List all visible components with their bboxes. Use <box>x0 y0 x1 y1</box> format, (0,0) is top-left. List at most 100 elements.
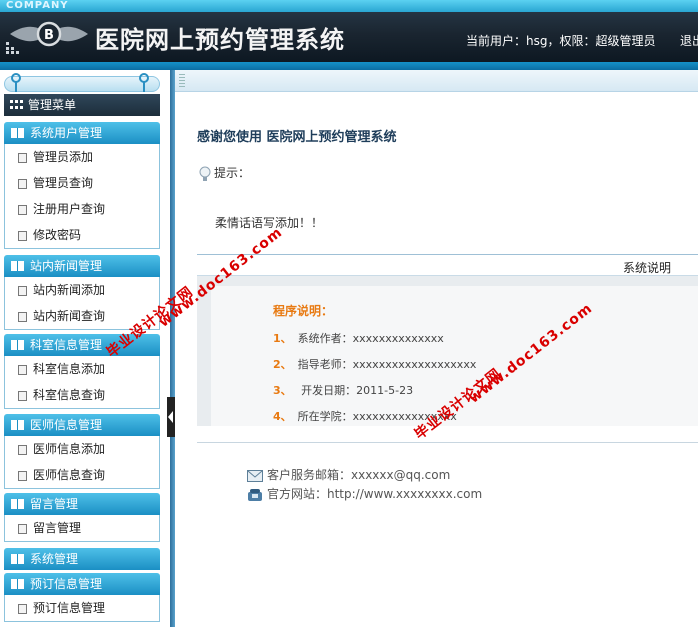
current-user-info: 当前用户：hsg，权限：超级管理员 <box>466 34 656 48</box>
item-label: 站内新闻添加 <box>33 283 106 297</box>
program-title: 程序说明： <box>273 304 334 318</box>
divider <box>197 442 698 443</box>
doc-icon <box>18 205 27 215</box>
group-title: 站内新闻管理 <box>30 259 103 273</box>
group-header[interactable]: 站内新闻管理 <box>4 255 160 277</box>
group-header[interactable]: 科室信息管理 <box>4 334 160 356</box>
row-text: 指导老师：xxxxxxxxxxxxxxxxxxx <box>297 358 477 371</box>
content-toolbar <box>175 70 698 92</box>
group-header[interactable]: 留言管理 <box>4 493 160 515</box>
svg-text:B: B <box>44 28 54 43</box>
group-title: 系统管理 <box>30 552 79 566</box>
row-number: 2、 <box>273 358 292 371</box>
item-label: 站内新闻查询 <box>33 309 106 323</box>
grip-icon <box>179 74 185 88</box>
item-label: 医师信息添加 <box>33 442 106 456</box>
group-title: 科室信息管理 <box>30 338 103 352</box>
info-row: 4、 所在学院：xxxxxxxxxxxxxxxx <box>273 408 457 424</box>
info-header: 系统说明 <box>197 254 698 276</box>
info-row: 2、 指导老师：xxxxxxxxxxxxxxxxxxx <box>273 356 476 372</box>
bulb-icon <box>199 166 211 181</box>
group-items: 医师信息添加 医师信息查询 <box>4 436 160 489</box>
doc-icon <box>18 604 27 614</box>
book-icon <box>11 261 24 271</box>
collapse-toggle[interactable] <box>167 397 175 437</box>
tip-line: 提示： <box>199 164 250 182</box>
doc-icon <box>18 445 27 455</box>
tip-label: 提示： <box>214 166 251 180</box>
item-label: 科室信息查询 <box>33 388 106 402</box>
group-items: 管理员添加 管理员查询 注册用户查询 修改密码 <box>4 144 160 249</box>
menu-group-department: 科室信息管理 科室信息添加 科室信息查询 <box>4 334 160 409</box>
book-icon <box>11 420 24 430</box>
menu-group-system-users: 系统用户管理 管理员添加 管理员查询 注册用户查询 修改密码 <box>4 122 160 249</box>
menu-title: 管理菜单 <box>28 98 77 112</box>
item-label: 科室信息添加 <box>33 362 106 376</box>
sidebar-item-change-password[interactable]: 修改密码 <box>5 222 159 248</box>
item-label: 管理员添加 <box>33 150 94 164</box>
logo-emblem-icon: B <box>10 21 88 47</box>
menu-group-system: 系统管理 <box>4 548 160 570</box>
sidebar-item-doctor-query[interactable]: 医师信息查询 <box>5 462 159 488</box>
row-text: 开发日期：2011-5-23 <box>297 384 414 397</box>
info-panel: 程序说明： 1、 系统作者：xxxxxxxxxxxxxx 2、 指导老师：xxxxx… <box>211 286 698 426</box>
arrow-left-icon <box>168 411 173 423</box>
welcome-heading: 感谢您使用 医院网上预约管理系统 <box>197 130 397 145</box>
row-text: 所在学院：xxxxxxxxxxxxxxxx <box>297 410 457 423</box>
item-label: 管理员查询 <box>33 176 94 190</box>
website-text: 官方网站：http://www.xxxxxxxx.com <box>267 487 483 501</box>
menu-group-doctor: 医师信息管理 医师信息添加 医师信息查询 <box>4 414 160 489</box>
row-text: 系统作者：xxxxxxxxxxxxxx <box>297 332 444 345</box>
company-label: COMPANY <box>6 0 69 11</box>
greeting-text: 柔情话语写添加！！ <box>215 216 324 230</box>
group-header[interactable]: 系统用户管理 <box>4 122 160 144</box>
menu-group-news: 站内新闻管理 站内新闻添加 站内新闻查询 <box>4 255 160 330</box>
book-icon <box>11 554 24 564</box>
doc-icon <box>18 524 27 534</box>
main-content: 感谢您使用 医院网上预约管理系统 提示： 柔情话语写添加！！ 系统说明 程序说明… <box>175 70 698 627</box>
sidebar-item-admin-query[interactable]: 管理员查询 <box>5 170 159 196</box>
group-header[interactable]: 系统管理 <box>4 548 160 570</box>
contact-email: 客户服务邮箱：xxxxxx@qq.com <box>247 466 450 483</box>
doc-icon <box>18 391 27 401</box>
sidebar-item-booking-manage[interactable]: 预订信息管理 <box>5 595 159 621</box>
book-icon <box>11 340 24 350</box>
doc-icon <box>18 179 27 189</box>
group-title: 系统用户管理 <box>30 126 103 140</box>
item-label: 注册用户查询 <box>33 202 106 216</box>
menu-group-booking: 预订信息管理 预订信息管理 <box>4 573 160 622</box>
app-header: COMPANY B 医院网上预约管理系统 当前用户：hsg，权限：超级管理员 退… <box>0 0 698 62</box>
sidebar-item-news-add[interactable]: 站内新闻添加 <box>5 277 159 303</box>
group-items: 站内新闻添加 站内新闻查询 <box>4 277 160 330</box>
menu-hanger-bar <box>4 76 160 92</box>
doc-icon <box>18 231 27 241</box>
group-header[interactable]: 预订信息管理 <box>4 573 160 595</box>
hook-icon <box>139 73 149 92</box>
item-label: 留言管理 <box>33 521 82 535</box>
group-header[interactable]: 医师信息管理 <box>4 414 160 436</box>
sidebar-item-news-query[interactable]: 站内新闻查询 <box>5 303 159 329</box>
sidebar-item-admin-add[interactable]: 管理员添加 <box>5 144 159 170</box>
top-strip <box>0 0 698 12</box>
menu-header: 管理菜单 <box>4 94 160 116</box>
info-header-label: 系统说明 <box>623 261 672 275</box>
sidebar-item-user-query[interactable]: 注册用户查询 <box>5 196 159 222</box>
group-title: 留言管理 <box>30 497 79 511</box>
grid-icon <box>10 100 23 109</box>
group-title: 预订信息管理 <box>30 577 103 591</box>
doc-icon <box>18 153 27 163</box>
sidebar-item-doctor-add[interactable]: 医师信息添加 <box>5 436 159 462</box>
logout-link[interactable]: 退出 <box>680 32 698 49</box>
sidebar: 管理菜单 系统用户管理 管理员添加 管理员查询 注册用户查询 修改密码 站内新闻… <box>0 70 170 627</box>
header-band <box>0 62 698 70</box>
row-number: 4、 <box>273 410 292 423</box>
sidebar-item-message-manage[interactable]: 留言管理 <box>5 515 159 541</box>
item-label: 修改密码 <box>33 228 82 242</box>
sidebar-item-dept-add[interactable]: 科室信息添加 <box>5 356 159 382</box>
menu-group-message: 留言管理 留言管理 <box>4 493 160 542</box>
info-box: 程序说明： 1、 系统作者：xxxxxxxxxxxxxx 2、 指导老师：xxxxx… <box>197 276 698 426</box>
doc-icon <box>18 365 27 375</box>
contact-website: 官方网站：http://www.xxxxxxxx.com <box>247 485 482 502</box>
sidebar-item-dept-query[interactable]: 科室信息查询 <box>5 382 159 408</box>
doc-icon <box>18 286 27 296</box>
